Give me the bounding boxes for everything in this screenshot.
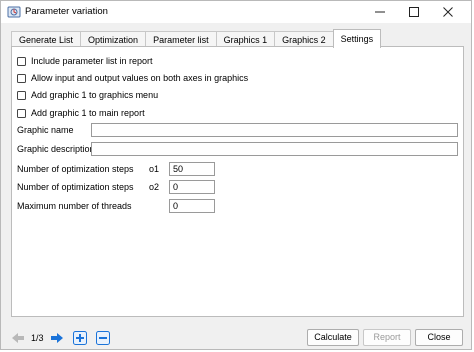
app-icon	[7, 6, 21, 18]
add-to-graphics-menu-checkbox[interactable]: Add graphic 1 to graphics menu	[17, 89, 158, 101]
calculate-button[interactable]: Calculate	[307, 329, 359, 346]
checkbox-label: Allow input and output values on both ax…	[31, 73, 249, 83]
checkbox-box[interactable]	[17, 73, 26, 83]
steps-o2-label: Number of optimization steps	[17, 182, 134, 192]
dialog-body: Generate List Optimization Parameter lis…	[7, 29, 465, 321]
checkbox-label: Add graphic 1 to graphics menu	[31, 90, 159, 100]
settings-panel: Include parameter list in report Allow i…	[11, 46, 464, 317]
graphic-name-label: Graphic name	[17, 125, 74, 135]
close-button[interactable]: Close	[415, 329, 463, 346]
record-counter: 1/3	[31, 333, 44, 343]
title-bar: Parameter variation	[1, 1, 471, 23]
max-threads-input[interactable]: 0	[169, 199, 215, 213]
checkbox-box[interactable]	[17, 56, 26, 66]
o1-code: o1	[149, 164, 160, 174]
tab-settings[interactable]: Settings	[332, 29, 382, 48]
maximize-button[interactable]	[397, 1, 431, 23]
minimize-icon	[375, 11, 385, 13]
dialog-window: Parameter variation Generate List Optimi…	[0, 0, 472, 350]
graphic-description-label: Graphic description	[17, 144, 95, 154]
footer-bar: 1/3 Calculate Report Close	[1, 323, 471, 350]
include-parameter-list-checkbox[interactable]: Include parameter list in report	[17, 55, 153, 67]
checkbox-label: Include parameter list in report	[31, 56, 153, 66]
steps-o1-label: Number of optimization steps	[17, 164, 134, 174]
close-icon	[443, 7, 453, 17]
graphic-name-input[interactable]	[91, 123, 458, 137]
window-title: Parameter variation	[25, 6, 108, 17]
allow-both-axes-checkbox[interactable]: Allow input and output values on both ax…	[17, 72, 248, 84]
report-button[interactable]: Report	[363, 329, 411, 346]
add-to-main-report-checkbox[interactable]: Add graphic 1 to main report	[17, 107, 145, 119]
next-arrow-icon[interactable]	[50, 331, 64, 345]
steps-o2-input[interactable]: 0	[169, 180, 215, 194]
max-threads-label: Maximum number of threads	[17, 201, 132, 211]
checkbox-label: Add graphic 1 to main report	[31, 108, 145, 118]
checkbox-box[interactable]	[17, 90, 26, 100]
add-icon[interactable]	[73, 331, 87, 345]
close-window-button[interactable]	[431, 1, 465, 23]
graphic-description-input[interactable]	[91, 142, 458, 156]
o2-code: o2	[149, 182, 160, 192]
tab-strip: Generate List Optimization Parameter lis…	[11, 29, 382, 48]
steps-o1-input[interactable]: 50	[169, 162, 215, 176]
remove-icon[interactable]	[96, 331, 110, 345]
maximize-icon	[409, 7, 419, 17]
checkbox-box[interactable]	[17, 108, 26, 118]
prev-arrow-icon[interactable]	[11, 331, 25, 345]
minimize-button[interactable]	[363, 1, 397, 23]
